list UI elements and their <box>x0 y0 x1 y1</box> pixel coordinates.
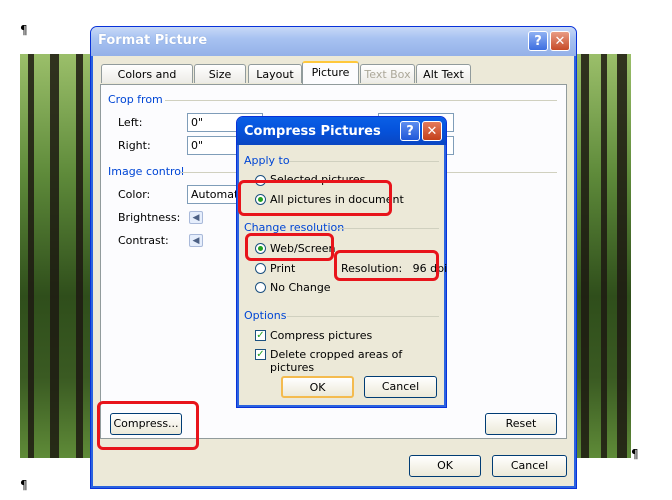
help-button[interactable]: ? <box>528 31 548 51</box>
format-picture-titlebar[interactable]: Format Picture ? ✕ <box>91 27 576 56</box>
divider <box>165 100 557 101</box>
paragraph-mark: ¶ <box>20 23 28 37</box>
no-change-radio[interactable] <box>255 282 266 293</box>
print-radio[interactable] <box>255 263 266 274</box>
format-picture-title: Format Picture <box>98 33 208 48</box>
tab-text-box: Text Box <box>360 64 415 83</box>
delete-cropped-label: Delete cropped areas of pictures <box>270 348 403 374</box>
print-label: Print <box>270 262 296 275</box>
delete-cropped-checkbox[interactable]: ✓ <box>255 349 266 360</box>
color-dropdown[interactable]: Automatic <box>187 185 243 204</box>
contrast-decrease-button[interactable]: ◀ <box>189 234 203 247</box>
forest-picture-right <box>575 54 631 458</box>
cancel-button[interactable]: Cancel <box>492 455 567 477</box>
tab-size[interactable]: Size <box>194 64 246 83</box>
color-label: Color: <box>118 188 151 201</box>
brightness-label: Brightness: <box>118 211 181 224</box>
image-control-label: Image control <box>108 165 185 178</box>
right-label: Right: <box>118 139 151 152</box>
highlight-all-pictures <box>238 180 392 216</box>
no-change-label: No Change <box>270 281 331 294</box>
compress-ok-button[interactable]: OK <box>281 376 354 398</box>
compress-pictures-label: Compress pictures <box>270 329 373 342</box>
highlight-compress-button <box>97 401 199 450</box>
left-label: Left: <box>118 116 143 129</box>
compress-pictures-checkbox[interactable]: ✓ <box>255 330 266 341</box>
tab-picture[interactable]: Picture <box>302 61 359 84</box>
tab-layout[interactable]: Layout <box>248 64 302 83</box>
tab-alt-text[interactable]: Alt Text <box>416 64 471 83</box>
apply-to-label: Apply to <box>244 154 290 167</box>
tab-colors-and-lines[interactable]: Colors and Lines <box>101 64 193 100</box>
compress-pictures-titlebar[interactable]: Compress Pictures ? ✕ <box>237 117 446 145</box>
highlight-web-screen <box>245 233 334 261</box>
close-button[interactable]: ✕ <box>422 121 442 141</box>
options-label: Options <box>244 309 287 322</box>
help-button[interactable]: ? <box>400 121 420 141</box>
compress-pictures-title: Compress Pictures <box>244 124 381 139</box>
reset-button[interactable]: Reset <box>485 413 557 435</box>
crop-from-label: Crop from <box>108 93 163 106</box>
ok-button[interactable]: OK <box>409 455 481 477</box>
contrast-label: Contrast: <box>118 234 169 247</box>
compress-cancel-button[interactable]: Cancel <box>364 376 437 398</box>
forest-picture-left <box>20 54 92 458</box>
divider <box>337 228 439 229</box>
paragraph-mark: ¶ <box>20 478 28 492</box>
paragraph-mark: ¶ <box>631 447 639 461</box>
divider <box>289 161 439 162</box>
close-button[interactable]: ✕ <box>550 31 570 51</box>
divider <box>287 316 439 317</box>
brightness-decrease-button[interactable]: ◀ <box>189 211 203 224</box>
highlight-resolution <box>334 250 439 281</box>
